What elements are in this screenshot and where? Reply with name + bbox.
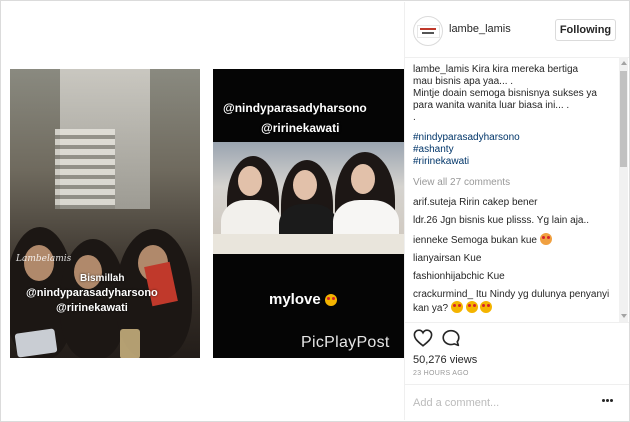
caption-line: .: [413, 112, 416, 123]
comment-text: Kue: [486, 271, 505, 282]
photo-right: @nindyparasadyharsono @ririnekawati mylo…: [213, 69, 404, 358]
caption: lambe_lamis Kira kira mereka bertiga mau…: [413, 64, 619, 168]
overlay-tag: @nindyparasadyharsono: [26, 287, 158, 299]
photo-inner: [213, 142, 404, 254]
person-face: [351, 164, 375, 194]
add-comment-bar: [405, 384, 629, 421]
comment-text: Kue: [463, 253, 482, 264]
heart-icon[interactable]: [413, 329, 433, 347]
comment-username[interactable]: ldr.26: [413, 215, 437, 226]
heart-eyes-emoji: [480, 301, 493, 313]
post-panel: lambe_lamis Following lambe_lamis Kira k…: [404, 2, 629, 421]
more-options-icon[interactable]: [602, 399, 616, 405]
following-button[interactable]: Following: [555, 19, 616, 41]
comment-item: arif.suteja Ririn cakep bener: [413, 197, 619, 209]
heart-eyes-emoji: [465, 301, 478, 313]
person-face: [238, 166, 262, 196]
comment-item: lianyairsan Kue: [413, 253, 619, 265]
comment-text: Ririn cakep bener: [459, 197, 538, 208]
photo-table: [213, 234, 404, 254]
overlay-bismillah: Bismillah: [80, 273, 125, 284]
comment-item: crackurmind_ Itu Nindy yg dulunya penyan…: [413, 289, 619, 315]
drink-glass: [120, 329, 140, 358]
emoji: [539, 233, 552, 245]
caption-line: para wanita wanita luar biasa ini... .: [413, 100, 570, 111]
hashtag-link[interactable]: #nindyparasadyharsono: [413, 132, 619, 144]
overlay-tag: @nindyparasadyharsono: [223, 101, 367, 115]
comment-username[interactable]: arif.suteja: [413, 197, 456, 208]
avatar-logo: [417, 25, 440, 38]
hashtag-link[interactable]: #ririnekawati: [413, 156, 619, 168]
post-timestamp[interactable]: 23 HOURS AGO: [413, 370, 469, 377]
person-face: [293, 170, 317, 200]
comment-item: ldr.26 Jgn bisnis kue plisss. Yg lain aj…: [413, 215, 619, 227]
photo-left: Lambelamis Bismillah @nindyparasadyharso…: [10, 69, 200, 358]
scroll-up-icon[interactable]: [621, 61, 627, 65]
view-count: 50,276 views: [413, 354, 478, 366]
post-frame: Lambelamis Bismillah @nindyparasadyharso…: [0, 0, 630, 422]
hashtag-link[interactable]: #ashanty: [413, 144, 619, 156]
comment-item: ienneke Semoga bukan kue: [413, 233, 619, 247]
heart-eyes-emoji: [450, 301, 463, 313]
comment-username[interactable]: lianyairsan: [413, 253, 461, 264]
scroll-down-icon[interactable]: [621, 314, 627, 318]
post-header: lambe_lamis Following: [405, 2, 629, 58]
comment-list[interactable]: lambe_lamis Kira kira mereka bertiga mau…: [413, 64, 619, 322]
avatar[interactable]: [413, 16, 443, 46]
comment-icon[interactable]: [441, 329, 461, 347]
comment-username[interactable]: ienneke: [413, 235, 448, 246]
scrollbar-thumb[interactable]: [620, 71, 627, 167]
picplaypost-logo: PicPlayPost: [301, 334, 390, 351]
caption-username[interactable]: lambe_lamis: [413, 64, 469, 75]
photo-blinds: [55, 129, 115, 209]
comment-item: fashionhijabchic Kue: [413, 271, 619, 283]
overlay-tag: @ririnekawati: [56, 302, 128, 314]
add-comment-input[interactable]: [413, 396, 593, 410]
overlay-mylove: mylove: [269, 291, 337, 308]
comment-text: Semoga bukan kue: [450, 235, 537, 246]
overlay-tag: @ririnekawati: [261, 121, 340, 135]
comment-username[interactable]: crackurmind_: [413, 289, 473, 300]
caption-line: Mintje doain semoga bisnisnya sukses ya: [413, 88, 597, 99]
post-actions: 50,276 views 23 HOURS AGO: [405, 322, 629, 383]
post-media[interactable]: Lambelamis Bismillah @nindyparasadyharso…: [2, 2, 404, 420]
caption-text: Kira kira mereka bertiga: [471, 64, 579, 75]
comment-text: Jgn bisnis kue plisss. Yg lain aja..: [440, 215, 590, 226]
caption-line: lambe_lamis Kira kira mereka bertiga: [413, 64, 619, 76]
watermark: Lambelamis: [16, 254, 72, 264]
view-all-comments-link[interactable]: View all 27 comments: [413, 177, 619, 189]
caption-line: mau bisnis apa yaa... .: [413, 76, 514, 87]
heart-eyes-emoji: [324, 294, 337, 306]
comment-scrollbar[interactable]: [619, 57, 628, 322]
comment-username[interactable]: fashionhijabchic: [413, 271, 484, 282]
username-link[interactable]: lambe_lamis: [449, 23, 511, 35]
